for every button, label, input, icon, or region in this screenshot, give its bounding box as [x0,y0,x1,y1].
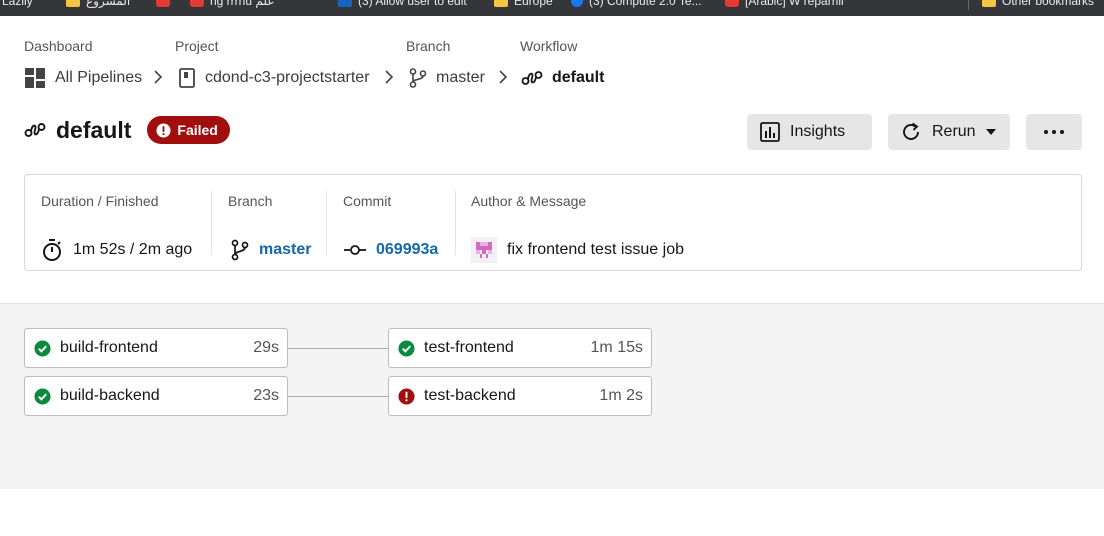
commit-message: fix frontend test issue job [507,241,684,258]
bookmark-item[interactable]: Lazily [2,0,33,8]
commit-section: Commit 069993a [343,191,438,258]
bar-chart-icon [760,122,780,142]
branch-icon [231,239,249,261]
failed-alert-icon [398,387,415,405]
breadcrumb-label: Branch [406,38,451,54]
author-value: fix frontend test issue job [471,237,684,263]
status-badge: Failed [147,116,230,144]
job-duration: 1m 2s [599,387,643,404]
youtube-icon [156,0,170,7]
job-build-backend[interactable]: build-backend 23s [24,376,288,416]
chevron-right-icon [385,70,394,84]
bookmark-icon [338,0,352,7]
workflow-header: default Failed [24,116,230,144]
duration-section: Duration / Finished 1m 52s / 2m ago [41,191,192,261]
job-duration: 1m 15s [590,339,643,356]
branch-link[interactable]: master [409,67,485,89]
job-duration: 23s [253,387,279,404]
caret-down-icon [985,129,996,135]
job-duration: 29s [253,339,279,356]
refresh-icon [903,122,919,140]
workflow-link[interactable]: default [521,67,604,89]
divider [326,191,327,255]
breadcrumb-label: Workflow [520,38,578,54]
branch-section: Branch master [228,191,311,261]
workflow-summary-card: Duration / Finished 1m 52s / 2m ago Bran… [24,174,1082,271]
alert-circle-icon [156,122,171,138]
duration-value: 1m 52s / 2m ago [41,239,192,261]
success-check-icon [34,387,51,405]
success-check-icon [34,339,51,357]
divider [455,191,456,255]
job-name: build-backend [60,387,160,404]
job-name: test-backend [424,387,516,404]
bookmark-item[interactable] [156,0,176,8]
breadcrumb-branch: Branch master [406,38,485,88]
success-check-icon [398,339,415,357]
duration-label: Duration / Finished [41,193,159,209]
breadcrumb-label: Dashboard [24,38,93,54]
more-actions-button[interactable] [1026,114,1082,150]
folder-icon [982,0,996,7]
bookmark-item[interactable]: [Arabic] W reparrill [725,0,844,8]
rerun-button[interactable]: Rerun [888,114,1010,150]
job-build-frontend[interactable]: build-frontend 29s [24,328,288,368]
bookmark-item[interactable]: (3) Compute 2.0 Te... [571,0,702,8]
bookmark-item[interactable]: ng rrrnu علم [190,0,274,8]
breadcrumb-project: Project cdond-c3-projectstarter [175,38,370,88]
repo-icon [179,68,195,88]
job-test-frontend[interactable]: test-frontend 1m 15s [388,328,652,368]
folder-icon [494,0,508,7]
bookmark-item[interactable]: المشروع [66,0,130,8]
workflow-graph: build-frontend 29s test-frontend 1m 15s … [0,303,1104,489]
breadcrumb-dashboard: Dashboard All Pipelines [24,38,142,88]
youtube-icon [190,0,204,7]
avatar[interactable] [471,237,497,263]
job-name: test-frontend [424,339,514,356]
bookmark-item[interactable]: (3) Allow user to edit [338,0,467,8]
facebook-icon [571,0,583,7]
all-pipelines-link[interactable]: All Pipelines [24,67,142,89]
chevron-right-icon [499,70,508,84]
job-test-backend[interactable]: test-backend 1m 2s [388,376,652,416]
breadcrumb-label: Project [175,38,219,54]
breadcrumb-workflow: Workflow default [520,38,604,86]
workflow-icon [24,123,46,137]
commit-value-link[interactable]: 069993a [344,239,438,261]
bookmarks-separator [968,0,969,10]
insights-button[interactable]: Insights [747,114,872,150]
workflow-icon [521,71,543,85]
bookmarks-bar: Lazily المشروع ng rrrnu علم (3) Allow us… [0,0,1104,16]
branch-label: Branch [228,193,273,209]
job-connector [288,396,388,397]
author-section: Author & Message fix frontend test issue… [471,191,684,263]
commit-label: Commit [343,193,392,209]
branch-value-link[interactable]: master [231,239,311,261]
job-name: build-frontend [60,339,158,356]
project-link[interactable]: cdond-c3-projectstarter [178,67,370,89]
more-horizontal-icon [1044,130,1064,134]
job-connector [288,348,388,349]
bookmark-item[interactable]: Europe [494,0,553,8]
folder-icon [66,0,80,7]
page-title: default [56,116,132,143]
commit-icon [344,245,366,255]
dashboard-grid-icon [25,68,45,88]
branch-icon [409,68,427,88]
youtube-icon [725,0,739,7]
chevron-right-icon [154,70,163,84]
divider [211,191,212,255]
stopwatch-icon [43,239,61,261]
other-bookmarks[interactable]: Other bookmarks [982,0,1094,8]
author-label: Author & Message [471,193,587,209]
